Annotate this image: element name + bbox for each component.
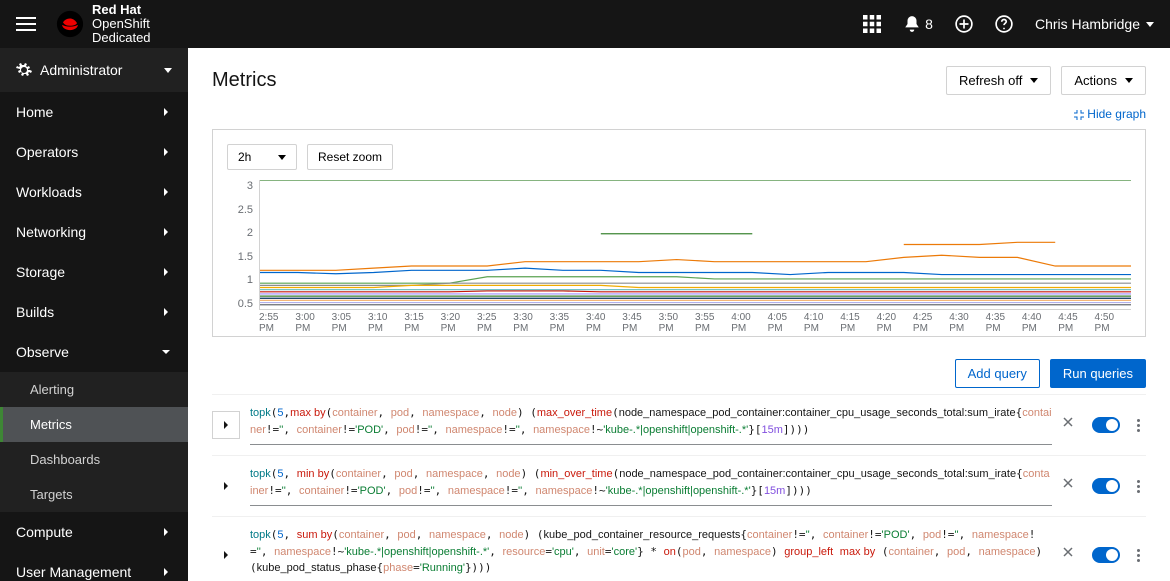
chart-panel: 2h Reset zoom 32.521.510.5 2:55 PM3:00 P… (212, 129, 1146, 337)
close-icon (1062, 416, 1074, 428)
query-row: topk(5, sum by(container, pod, namespace… (212, 516, 1146, 581)
timerange-dropdown[interactable]: 2h (227, 144, 297, 170)
expand-query-button[interactable] (212, 472, 240, 500)
chevron-right-icon (160, 186, 172, 198)
remove-query-button[interactable] (1062, 415, 1082, 435)
chevron-right-icon (160, 266, 172, 278)
user-menu[interactable]: Chris Hambridge (1035, 16, 1154, 32)
sidebar-item-label: Networking (16, 224, 86, 240)
close-icon (1062, 477, 1074, 489)
sidebar-item-label: Operators (16, 144, 78, 160)
query-list: topk(5,max by(container, pod, namespace,… (188, 394, 1170, 581)
sidebar-item-user-management[interactable]: User Management (0, 552, 188, 581)
query-enabled-toggle[interactable] (1092, 417, 1120, 433)
product-logo: Red Hat OpenShift Dedicated (56, 3, 151, 46)
bell-icon (903, 15, 921, 33)
main-content: Metrics Refresh off Actions Hide graph 2… (188, 48, 1170, 581)
actions-dropdown[interactable]: Actions (1061, 66, 1146, 95)
help-icon[interactable] (995, 15, 1013, 33)
run-queries-button[interactable]: Run queries (1050, 359, 1146, 388)
chevron-right-icon (160, 226, 172, 238)
chevron-right-icon (160, 306, 172, 318)
product-name-1: Red Hat (92, 2, 141, 17)
chart[interactable]: 32.521.510.5 2:55 PM3:00 PM3:05 PM3:10 P… (227, 180, 1131, 330)
chevron-right-icon (160, 526, 172, 538)
sidebar-item-workloads[interactable]: Workloads (0, 172, 188, 212)
sidebar-item-operators[interactable]: Operators (0, 132, 188, 172)
query-row: topk(5, min by(container, pod, namespace… (212, 455, 1146, 516)
redhat-icon (56, 10, 84, 38)
sidebar-item-label: Builds (16, 304, 54, 320)
refresh-dropdown[interactable]: Refresh off (946, 66, 1051, 95)
query-row: topk(5,max by(container, pod, namespace,… (212, 394, 1146, 455)
chevron-right-icon (160, 106, 172, 118)
x-axis: 2:55 PM3:00 PM3:05 PM3:10 PM3:15 PM3:20 … (259, 312, 1131, 330)
sidebar-subitem-dashboards[interactable]: Dashboards (0, 442, 188, 477)
compress-icon (1074, 110, 1084, 120)
remove-query-button[interactable] (1062, 476, 1082, 496)
chevron-right-icon (220, 480, 232, 492)
chevron-right-icon (220, 549, 232, 561)
sidebar-subitem-alerting[interactable]: Alerting (0, 372, 188, 407)
chevron-right-icon (160, 566, 172, 578)
query-kebab-menu[interactable] (1130, 415, 1146, 435)
sidebar-item-builds[interactable]: Builds (0, 292, 188, 332)
query-kebab-menu[interactable] (1130, 545, 1146, 565)
product-name-2: OpenShift (92, 17, 151, 31)
expand-query-button[interactable] (212, 411, 240, 439)
caret-down-icon (164, 68, 172, 73)
sidebar-item-label: Storage (16, 264, 65, 280)
sidebar-item-label: User Management (16, 564, 131, 580)
sidebar-item-observe[interactable]: Observe (0, 332, 188, 372)
reset-zoom-button[interactable]: Reset zoom (307, 144, 393, 170)
sidebar-item-label: Compute (16, 524, 73, 540)
sidebar-item-home[interactable]: Home (0, 92, 188, 132)
topbar: Red Hat OpenShift Dedicated 8 Chris Hamb… (0, 0, 1170, 48)
sidebar-item-compute[interactable]: Compute (0, 512, 188, 552)
gear-icon (16, 62, 32, 78)
query-expression[interactable]: topk(5, sum by(container, pod, namespace… (250, 527, 1052, 581)
page-title: Metrics (212, 69, 276, 92)
plot-area (259, 180, 1131, 310)
query-enabled-toggle[interactable] (1092, 478, 1120, 494)
caret-down-icon (1146, 22, 1154, 27)
sidebar-item-label: Observe (16, 344, 69, 360)
plus-icon[interactable] (955, 15, 973, 33)
chevron-right-icon (220, 419, 232, 431)
sidebar-item-label: Home (16, 104, 53, 120)
sidebar-item-storage[interactable]: Storage (0, 252, 188, 292)
sidebar-subitem-metrics[interactable]: Metrics (0, 407, 188, 442)
chevron-down-icon (160, 346, 172, 358)
chevron-right-icon (160, 146, 172, 158)
remove-query-button[interactable] (1062, 545, 1082, 565)
notification-count: 8 (925, 16, 933, 32)
hide-graph-link[interactable]: Hide graph (1074, 107, 1146, 121)
perspective-switcher[interactable]: Administrator (0, 48, 188, 92)
add-query-button[interactable]: Add query (955, 359, 1040, 388)
perspective-label: Administrator (40, 62, 122, 78)
sidebar-item-networking[interactable]: Networking (0, 212, 188, 252)
close-icon (1062, 546, 1074, 558)
sidebar-subitem-targets[interactable]: Targets (0, 477, 188, 512)
product-name-3: Dedicated (92, 31, 151, 45)
y-axis: 32.521.510.5 (227, 180, 259, 310)
apps-icon[interactable] (863, 15, 881, 33)
notifications-button[interactable]: 8 (903, 15, 933, 33)
query-enabled-toggle[interactable] (1092, 547, 1120, 563)
menu-toggle-button[interactable] (16, 12, 40, 36)
user-name: Chris Hambridge (1035, 16, 1140, 32)
query-expression[interactable]: topk(5, min by(container, pod, namespace… (250, 466, 1052, 506)
expand-query-button[interactable] (212, 541, 240, 569)
sidebar: Administrator Home Operators Workloads Netw… (0, 48, 188, 581)
query-kebab-menu[interactable] (1130, 476, 1146, 496)
query-expression[interactable]: topk(5,max by(container, pod, namespace,… (250, 405, 1052, 445)
sidebar-item-label: Workloads (16, 184, 82, 200)
